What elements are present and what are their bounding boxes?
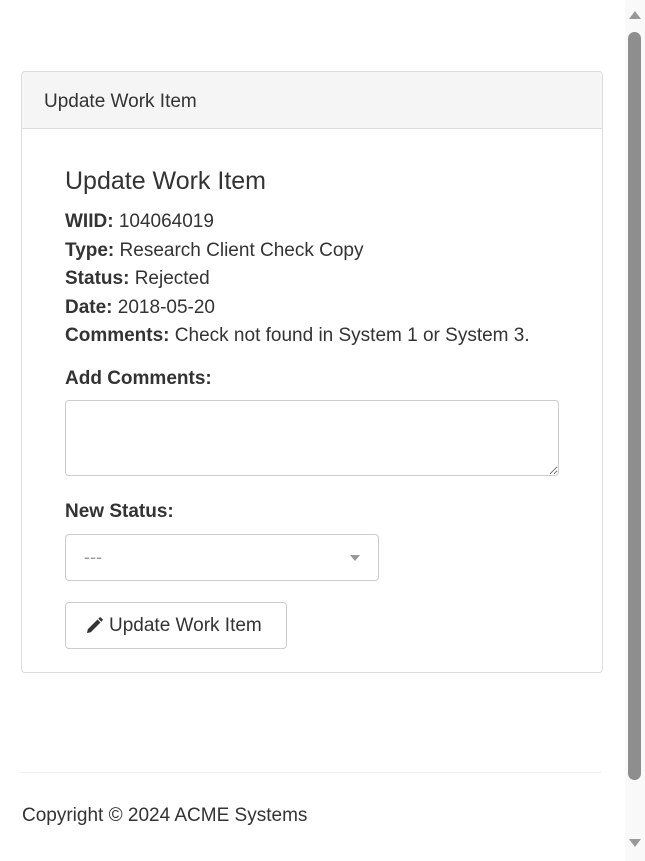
page-content: Update Work Item Update Work Item WIID: … [0, 0, 625, 861]
chevron-down-icon [350, 555, 360, 561]
footer-copyright: Copyright © 2024 ACME Systems [22, 805, 308, 826]
scroll-up-arrow-icon[interactable] [629, 11, 641, 19]
scroll-down-arrow-icon[interactable] [629, 839, 641, 847]
update-button-label: Update Work Item [109, 614, 262, 636]
add-comments-label: Add Comments: [65, 368, 212, 389]
new-status-selected-value: --- [84, 547, 102, 567]
new-status-select[interactable]: --- [65, 534, 379, 581]
footer-divider [21, 772, 601, 773]
scroll-thumb[interactable] [628, 32, 641, 780]
page: Update Work Item Update Work Item WIID: … [0, 0, 645, 861]
pencil-icon [87, 616, 103, 633]
add-comments-textarea[interactable] [65, 400, 559, 476]
update-work-item-button[interactable]: Update Work Item [65, 602, 287, 649]
vertical-scrollbar[interactable] [625, 0, 645, 861]
new-status-label: New Status: [65, 501, 174, 522]
update-form: Add Comments: New Status: --- Update Wor… [65, 95, 565, 695]
